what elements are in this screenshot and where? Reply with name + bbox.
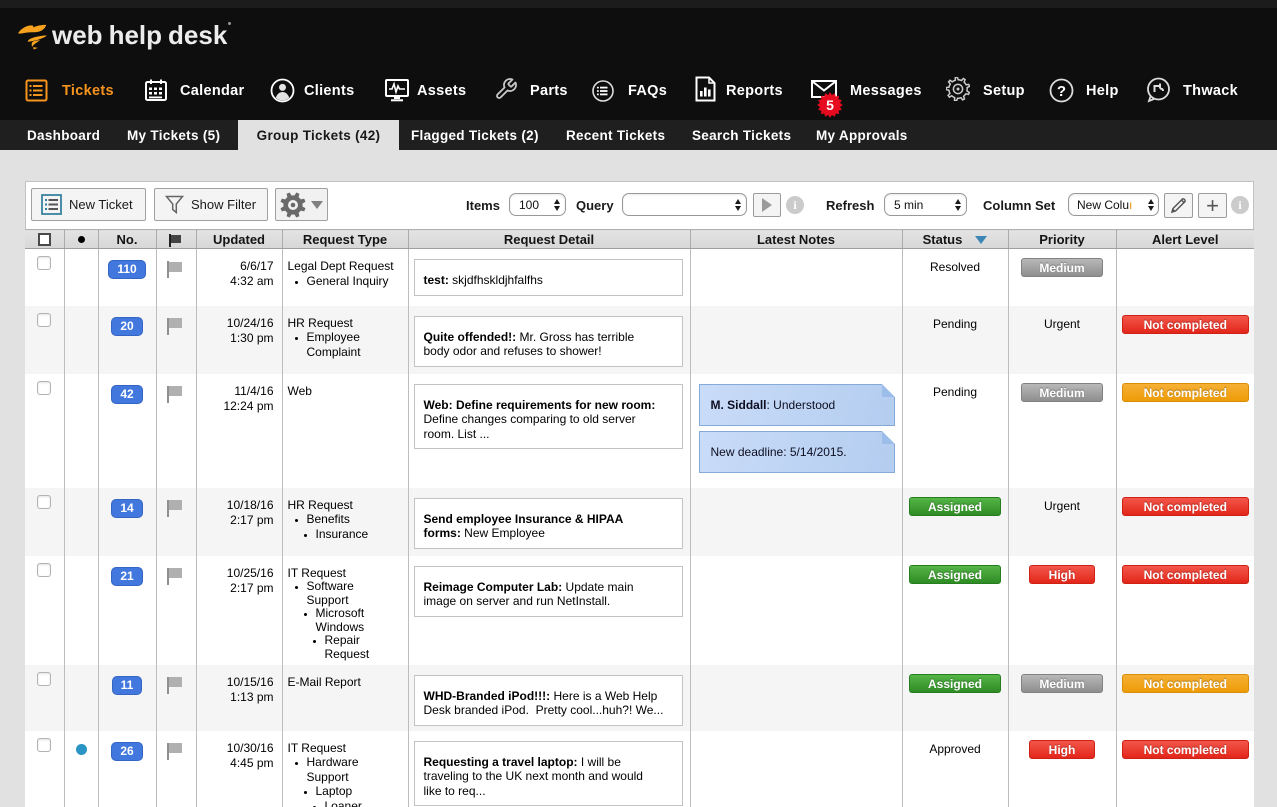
svg-text:5: 5 (826, 97, 834, 113)
svg-text:?: ? (1057, 83, 1066, 100)
